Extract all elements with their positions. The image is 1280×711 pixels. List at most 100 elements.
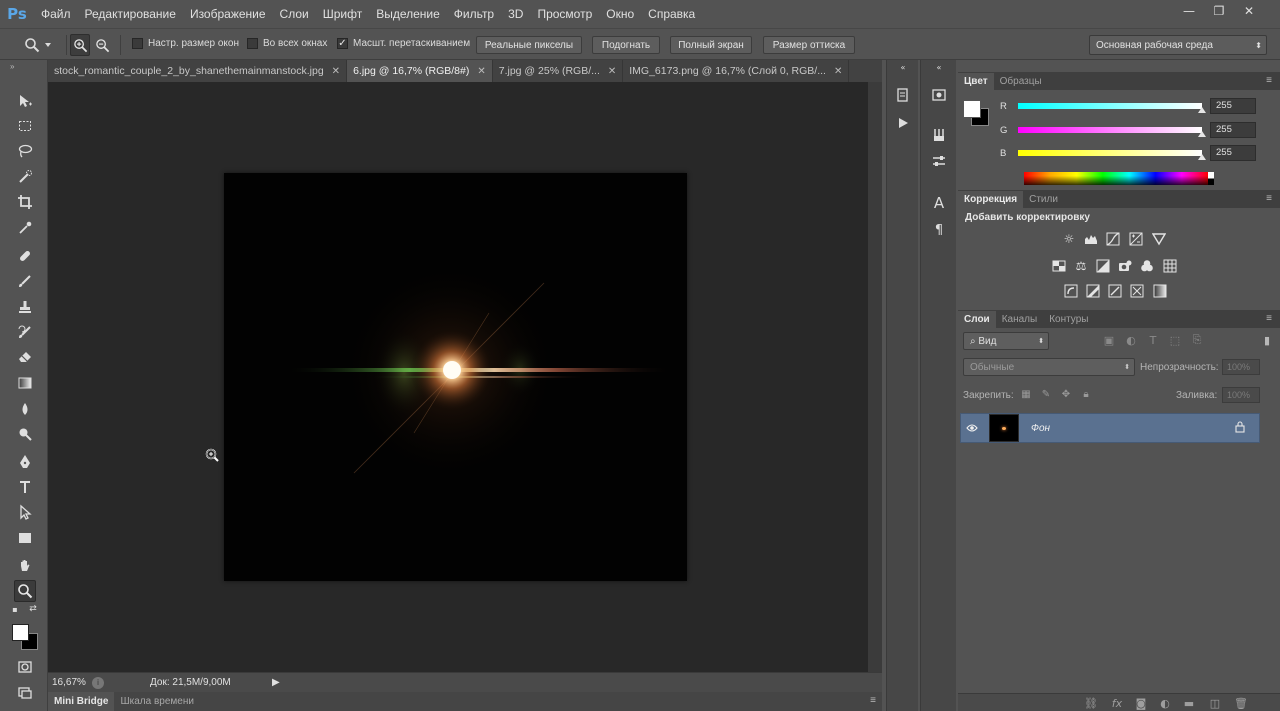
close-tab-icon[interactable]: ✕ [834,66,842,77]
curves-icon[interactable] [1104,230,1122,248]
delete-layer-icon[interactable]: 🗑︎ [1234,696,1248,710]
panel-menu-icon[interactable]: ≡ [1266,193,1272,204]
path-selection-tool-icon[interactable] [14,501,36,523]
rectangle-tool-icon[interactable] [14,527,36,549]
tab-channels[interactable]: Каналы [996,311,1044,328]
swap-colors-icon[interactable]: ⇄ [28,604,38,614]
restore-button[interactable]: ❐ [1206,2,1232,19]
eye-icon[interactable] [961,423,983,433]
blue-slider-track[interactable] [1018,150,1202,156]
navigator-panel-icon[interactable] [927,85,951,105]
selective-color-icon[interactable] [1128,282,1146,300]
foreground-color-swatch[interactable] [12,624,29,641]
type-tool-icon[interactable] [14,476,36,498]
green-slider[interactable]: G 255 [1000,122,1272,138]
color-balance-icon[interactable]: ⚖ [1072,257,1090,275]
tab-7-jpg[interactable]: 7.jpg @ 25% (RGB/... ✕ [493,60,624,82]
filter-toggle-icon[interactable]: ▮ [1260,333,1274,347]
vibrance-icon[interactable] [1150,230,1168,248]
slider-thumb-icon[interactable] [1198,131,1206,137]
menu-window[interactable]: Окно [599,0,641,28]
layer-row[interactable]: Фон [960,413,1260,443]
hue-saturation-icon[interactable] [1050,257,1068,275]
document-profile-icon[interactable]: i [92,676,104,689]
menu-type[interactable]: Шрифт [316,0,369,28]
menu-view[interactable]: Просмотр [530,0,599,28]
blur-tool-icon[interactable] [14,398,36,420]
healing-brush-tool-icon[interactable] [14,245,36,267]
eraser-tool-icon[interactable] [14,346,36,368]
panel-menu-icon[interactable]: ≡ [1266,313,1272,324]
close-tab-icon[interactable]: ✕ [477,66,485,77]
zoom-in-button[interactable] [70,34,90,56]
all-windows-checkbox[interactable]: Во всех окнах [247,38,327,49]
threshold-icon[interactable] [1106,282,1124,300]
fit-screen-button[interactable]: Подогнать [592,36,660,54]
tab-paths[interactable]: Контуры [1043,311,1094,328]
hand-tool-icon[interactable] [14,555,36,577]
menu-select[interactable]: Выделение [369,0,447,28]
invert-icon[interactable] [1062,282,1080,300]
color-spectrum-ramp[interactable] [1024,172,1214,185]
marquee-tool-icon[interactable] [14,115,36,137]
collapse-arrows-icon[interactable]: « [891,62,915,72]
green-slider-track[interactable] [1018,127,1202,133]
channel-mixer-icon[interactable] [1138,257,1156,275]
filter-adjustment-icon[interactable]: ◐ [1124,333,1138,347]
slider-thumb-icon[interactable] [1198,107,1206,113]
menu-filter[interactable]: Фильтр [447,0,501,28]
layer-name[interactable]: Фон [1031,423,1235,434]
filter-smart-object-icon[interactable]: ⎘ [1190,333,1204,347]
crop-tool-icon[interactable] [14,191,36,213]
dodge-tool-icon[interactable] [14,423,36,445]
resize-windows-checkbox[interactable]: Настр. размер окон [132,38,239,49]
checkmark-icon[interactable]: ✓ [337,38,348,49]
close-button[interactable]: ✕ [1236,2,1262,19]
menu-help[interactable]: Справка [641,0,702,28]
posterize-icon[interactable] [1084,282,1102,300]
filter-type-icon[interactable]: T [1146,333,1160,347]
layer-filter-select[interactable]: ⌕ Вид ⬍ [963,332,1049,350]
blue-value-field[interactable]: 255 [1210,145,1256,161]
foreground-color-swatch[interactable] [963,100,981,118]
color-lookup-icon[interactable] [1161,257,1179,275]
gradient-map-icon[interactable] [1151,282,1169,300]
brush-tool-icon[interactable] [14,270,36,292]
checkbox-box[interactable] [247,38,258,49]
brush-presets-icon[interactable] [927,125,951,145]
brightness-contrast-icon[interactable]: ☼ [1060,230,1078,248]
lock-position-icon[interactable]: ✥ [1060,388,1072,400]
quick-mask-icon[interactable] [14,656,36,678]
menu-image[interactable]: Изображение [183,0,273,28]
scrubby-zoom-checkbox[interactable]: ✓ Масшт. перетаскиванием [337,38,470,49]
pen-tool-icon[interactable] [14,451,36,473]
tab-mini-bridge[interactable]: Mini Bridge [48,692,115,711]
red-slider[interactable]: R 255 [1000,98,1272,114]
tab-6-jpg[interactable]: 6.jpg @ 16,7% (RGB/8#) ✕ [347,60,493,82]
white-black-ramp[interactable] [1208,172,1214,185]
clone-stamp-tool-icon[interactable] [14,296,36,318]
zoom-tool-icon[interactable] [14,580,36,602]
status-menu-arrow-icon[interactable]: ▶ [272,677,280,688]
print-size-button[interactable]: Размер оттиска [763,36,855,54]
close-tab-icon[interactable]: ✕ [608,66,616,77]
layer-thumbnail[interactable] [989,414,1019,442]
layer-style-fx-icon[interactable]: fx [1110,696,1124,710]
screen-mode-icon[interactable] [14,682,36,704]
menu-edit[interactable]: Редактирование [78,0,183,28]
panel-menu-icon[interactable]: ≡ [870,695,876,706]
tool-preset-picker[interactable] [24,35,62,55]
document-canvas[interactable] [224,173,687,581]
tab-adjustments[interactable]: Коррекция [958,191,1024,208]
black-white-icon[interactable] [1094,257,1112,275]
canvas-area[interactable] [48,82,868,672]
vertical-scrollbar[interactable] [868,82,882,672]
fill-field[interactable]: 100% [1222,387,1260,403]
slider-thumb-icon[interactable] [1198,154,1206,160]
menu-layers[interactable]: Слои [273,0,316,28]
new-adjustment-layer-icon[interactable]: ◐ [1158,696,1172,710]
opacity-field[interactable]: 100% [1222,359,1260,375]
panel-menu-icon[interactable]: ≡ [1266,75,1272,86]
filter-shape-icon[interactable]: ⬚ [1168,333,1182,347]
paragraph-panel-icon[interactable]: ¶ [927,220,951,240]
